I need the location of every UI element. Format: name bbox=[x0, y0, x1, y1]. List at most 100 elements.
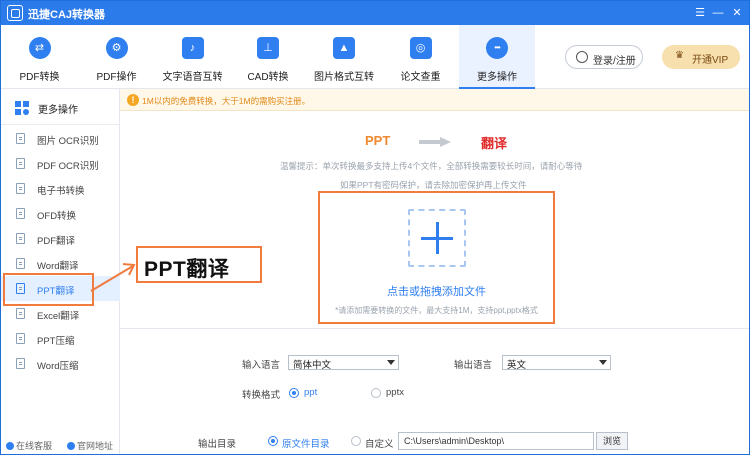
file-icon bbox=[16, 233, 25, 244]
sidebar-item-pdf-translate[interactable]: PDF翻译 bbox=[1, 226, 120, 251]
tool-image-convert[interactable]: ▲ 图片格式互转 bbox=[306, 25, 382, 89]
format-radio-ppt[interactable] bbox=[289, 388, 299, 398]
input-language-select[interactable]: 简体中文 bbox=[288, 355, 399, 371]
warning-icon: ! bbox=[127, 94, 139, 106]
file-icon bbox=[16, 258, 25, 269]
callout-text: PPT翻译 bbox=[144, 258, 230, 281]
speech-icon: ♪ bbox=[181, 37, 204, 59]
tool-plagiarism-check[interactable]: ◎ 论文查重 bbox=[382, 25, 459, 89]
conversion-flow: PPT 翻译 bbox=[365, 133, 565, 153]
arrow-right-icon bbox=[419, 137, 451, 147]
tool-label: PDF转换 bbox=[19, 72, 60, 83]
minimize-button[interactable]: — bbox=[709, 4, 727, 22]
tool-pdf-convert[interactable]: ⇄ PDF转换 bbox=[1, 25, 78, 89]
sidebar-item-ppt-compress[interactable]: PPT压缩 bbox=[1, 326, 120, 351]
user-icon bbox=[576, 51, 588, 63]
pdf-convert-icon: ⇄ bbox=[28, 37, 51, 59]
output-language-value: 英文 bbox=[507, 360, 527, 371]
login-label: 登录/注册 bbox=[593, 56, 636, 67]
app-window: 迅捷CAJ转换器 ☰ — ✕ ⇄ PDF转换 ⚙ PDF操作 ♪ 文字语音互转 … bbox=[0, 0, 750, 455]
headset-icon bbox=[6, 442, 14, 450]
website-link[interactable]: 官网地址 bbox=[67, 439, 113, 452]
sidebar-item-label: PDF翻译 bbox=[37, 236, 76, 247]
sidebar-item-pdf-ocr[interactable]: PDF OCR识别 bbox=[1, 151, 120, 176]
sidebar-item-ebook[interactable]: 电子书转换 bbox=[1, 176, 120, 201]
globe-icon bbox=[67, 442, 75, 450]
browse-button[interactable]: 浏览 bbox=[596, 432, 628, 450]
close-button[interactable]: ✕ bbox=[728, 4, 746, 22]
flow-to: 翻译 bbox=[481, 136, 508, 151]
add-file-button[interactable] bbox=[408, 209, 466, 267]
website-label: 官网地址 bbox=[77, 441, 114, 451]
tool-cad-convert[interactable]: ⊥ CAD转换 bbox=[230, 25, 306, 89]
sidebar-item-label: PDF OCR识别 bbox=[37, 161, 99, 172]
more-icon: ••• bbox=[486, 37, 508, 59]
cad-icon: ⊥ bbox=[257, 37, 279, 59]
dir-option-custom: 自定义 bbox=[365, 439, 394, 450]
output-language-label: 输出语言 bbox=[454, 360, 493, 371]
dir-radio-source[interactable] bbox=[268, 436, 278, 446]
notice-text: 1M以内的免费转换，大于1M的需购买注册。 bbox=[142, 96, 311, 106]
output-language-select[interactable]: 英文 bbox=[502, 355, 611, 371]
tool-text-speech[interactable]: ♪ 文字语音互转 bbox=[155, 25, 230, 89]
file-dropzone[interactable]: 点击或拖拽添加文件 *请添加需要转换的文件，最大支持1M，支持ppt,pptx格… bbox=[318, 191, 555, 324]
online-service-link[interactable]: 在线客服 bbox=[6, 439, 52, 452]
sidebar-item-word-compress[interactable]: Word压缩 bbox=[1, 351, 120, 376]
tool-label: CAD转换 bbox=[247, 72, 289, 83]
app-title: 迅捷CAJ转换器 bbox=[28, 9, 106, 21]
app-logo-icon bbox=[7, 5, 23, 21]
tool-label: PDF操作 bbox=[96, 72, 137, 83]
output-dir-label: 输出目录 bbox=[198, 439, 237, 450]
tool-label: 更多操作 bbox=[477, 72, 517, 83]
tool-label: 论文查重 bbox=[400, 72, 441, 83]
file-icon bbox=[16, 158, 25, 169]
tool-more-operations[interactable]: ••• 更多操作 bbox=[459, 25, 535, 89]
highlight-box bbox=[3, 273, 94, 306]
flow-from: PPT bbox=[365, 133, 391, 148]
format-radio-pptx[interactable] bbox=[371, 388, 381, 398]
chevron-down-icon bbox=[599, 360, 607, 365]
title-bar: 迅捷CAJ转换器 ☰ — ✕ bbox=[1, 1, 749, 25]
sidebar-item-label: Excel翻译 bbox=[37, 311, 80, 322]
dropzone-title: 点击或拖拽添加文件 bbox=[387, 286, 486, 298]
dir-option-source: 原文件目录 bbox=[282, 439, 330, 450]
login-button[interactable]: 登录/注册 bbox=[565, 45, 643, 69]
dir-radio-custom[interactable] bbox=[351, 436, 361, 446]
gear-icon: ⚙ bbox=[105, 37, 128, 59]
settings-panel: 输入语言 简体中文 输出语言 英文 转换格式 ppt pptx 输出目录 原文件… bbox=[120, 328, 749, 454]
file-icon bbox=[16, 333, 25, 344]
file-icon bbox=[16, 308, 25, 319]
sidebar-item-label: OFD转换 bbox=[37, 211, 77, 222]
file-icon bbox=[16, 358, 25, 369]
sidebar-item-label: 电子书转换 bbox=[37, 186, 85, 197]
callout-label: PPT翻译 bbox=[136, 246, 262, 283]
tool-label: 图片格式互转 bbox=[314, 72, 374, 83]
callout-arrow-icon bbox=[90, 263, 136, 292]
vip-button[interactable]: ♛ 开通VIP bbox=[662, 45, 740, 69]
online-service-label: 在线客服 bbox=[16, 441, 53, 451]
input-language-label: 输入语言 bbox=[242, 360, 281, 371]
sidebar-item-ofd[interactable]: OFD转换 bbox=[1, 201, 120, 226]
sidebar-item-label: PPT压缩 bbox=[37, 336, 75, 347]
format-option-ppt: ppt bbox=[304, 387, 318, 398]
tool-label: 文字语音互转 bbox=[162, 72, 223, 83]
tip-line-1: 温馨提示：单次转换最多支持上传4个文件，全部转换需要较长时间，请耐心等待 bbox=[280, 161, 583, 171]
notice-bar: ! 1M以内的免费转换，大于1M的需购买注册。 bbox=[120, 89, 749, 111]
main-toolbar: ⇄ PDF转换 ⚙ PDF操作 ♪ 文字语音互转 ⊥ CAD转换 ▲ 图片格式互… bbox=[1, 25, 749, 89]
output-path-value: C:\Users\admin\Desktop\ bbox=[404, 436, 505, 446]
format-option-pptx: pptx bbox=[386, 387, 404, 398]
file-icon bbox=[16, 208, 25, 219]
tool-pdf-operate[interactable]: ⚙ PDF操作 bbox=[78, 25, 155, 89]
dropzone-subtitle: *请添加需要转换的文件，最大支持1M，支持ppt,pptx格式 bbox=[335, 306, 538, 315]
output-path-field[interactable]: C:\Users\admin\Desktop\ bbox=[398, 432, 594, 450]
sidebar-footer: 在线客服 官网地址 bbox=[1, 434, 120, 454]
sidebar-item-image-ocr[interactable]: 图片 OCR识别 bbox=[1, 126, 120, 151]
crown-icon: ♛ bbox=[675, 50, 684, 61]
menu-icon[interactable]: ☰ bbox=[691, 4, 709, 22]
image-icon: ▲ bbox=[333, 37, 355, 59]
plus-icon-bar bbox=[421, 237, 453, 240]
sidebar-item-label: Word翻译 bbox=[37, 261, 79, 272]
sidebar-item-label: Word压缩 bbox=[37, 361, 79, 372]
vip-label: 开通VIP bbox=[692, 55, 729, 66]
sidebar-item-label: 图片 OCR识别 bbox=[37, 136, 99, 147]
